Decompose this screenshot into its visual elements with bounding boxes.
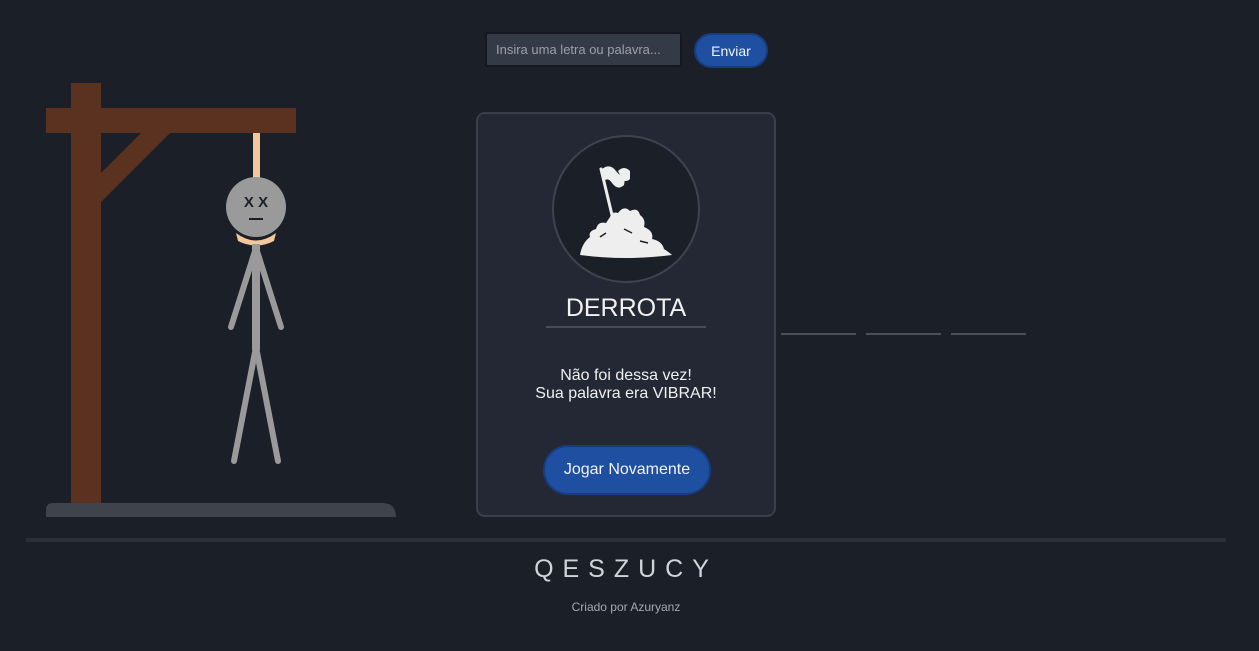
word-blank [866, 333, 941, 335]
dead-eyes: X X [244, 194, 268, 211]
gallows-structure [46, 83, 396, 517]
word-blank [781, 333, 856, 335]
guess-input[interactable] [485, 32, 682, 67]
send-button[interactable]: Enviar [694, 33, 768, 68]
play-again-button[interactable]: Jogar Novamente [543, 445, 711, 495]
credit-text: Criado por Azuryanz [571, 600, 681, 614]
surrender-flag-icon [552, 135, 700, 283]
result-message-line-2: Sua palavra era VIBRAR! [535, 385, 717, 402]
hanged-figure: X X [226, 177, 286, 464]
game-screen: Enviar X X [0, 0, 1259, 651]
result-message: Não foi dessa vez! Sua palavra era VIBRA… [478, 367, 774, 403]
result-card: DERROTA Não foi dessa vez! Sua palavra e… [476, 112, 776, 517]
result-title: DERROTA [546, 294, 706, 328]
rope [253, 133, 260, 179]
hangman-drawing: X X [46, 83, 396, 517]
footer-divider [26, 538, 1226, 542]
brand-title: QESZUCY [534, 555, 718, 583]
result-message-line-1: Não foi dessa vez! [560, 367, 692, 384]
word-blank [951, 333, 1026, 335]
